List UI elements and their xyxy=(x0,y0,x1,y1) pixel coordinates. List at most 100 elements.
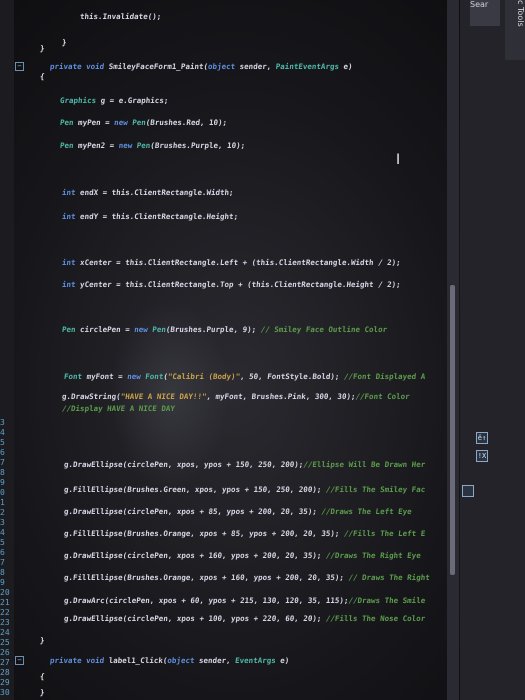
code-token: g = e.Graphics; xyxy=(100,96,169,105)
code-token: int xyxy=(61,188,81,197)
collapse-toggle-icon[interactable]: − xyxy=(15,656,24,665)
code-line: } xyxy=(40,688,45,697)
code-line: Font myFont = new Font("Calibri (Body)",… xyxy=(64,372,426,381)
line-number: 22 xyxy=(0,608,10,617)
code-token: // Smiley Face Outline Color xyxy=(260,325,388,334)
code-token: { xyxy=(39,672,45,681)
line-number: 5 xyxy=(0,438,5,447)
code-token: Pen xyxy=(59,141,79,150)
code-line: { xyxy=(40,72,45,81)
code-line: private void label1_Click(object sender,… xyxy=(50,656,290,665)
code-token: myPen = xyxy=(77,118,115,127)
code-token: g.DrawEllipse(circlePen, xpos + 85, ypos… xyxy=(63,507,322,516)
line-number: 8 xyxy=(0,468,5,477)
line-number: 24 xyxy=(0,628,10,637)
code-token: private void xyxy=(49,62,110,71)
code-token: } xyxy=(39,688,45,697)
line-number: 4 xyxy=(0,528,5,537)
code-line: g.FillEllipse(Brushes.Orange, xpos + 160… xyxy=(64,573,431,582)
code-token: (Brushes.Red, 10); xyxy=(145,118,228,127)
line-number: 1 xyxy=(0,498,5,507)
line-number: 6 xyxy=(0,448,5,457)
code-token: } xyxy=(61,38,67,47)
line-number: 21 xyxy=(0,598,10,607)
code-line: private void SmileyFaceForm1_Paint(objec… xyxy=(50,62,353,71)
code-line: Pen myPen2 = new Pen(Brushes.Purple, 10)… xyxy=(60,141,246,150)
code-token: g.FillEllipse(Brushes.Orange, xpos + 85,… xyxy=(63,529,345,538)
line-number: 9 xyxy=(0,478,5,487)
toolbox-tab[interactable]: c Tools xyxy=(505,0,525,60)
line-number: 3 xyxy=(0,418,5,427)
mini-icon-label-2: !X xyxy=(477,452,487,460)
search-tab[interactable]: Sear xyxy=(470,0,500,26)
code-token: //Draws The Left Eye xyxy=(320,507,413,516)
code-line: g.FillEllipse(Brushes.Green, xpos, ypos … xyxy=(64,485,426,494)
line-number: 6 xyxy=(0,548,5,557)
text-cursor-icon: I xyxy=(396,152,401,168)
line-number-gutter: 3 4 5 6 7 8 9 0 1 2 3 4 5 6 7 8 9 20 21 22 23 24 25 26 27 28 29 30 xyxy=(0,0,14,700)
line-number: 2 xyxy=(0,508,5,517)
scrollbar-thumb[interactable] xyxy=(450,285,455,575)
code-line: Pen circlePen = new Pen(Brushes.Purple, … xyxy=(62,325,388,334)
code-token: label1_Click( xyxy=(108,656,168,665)
code-token: //Draws The Right Eye xyxy=(325,551,422,560)
code-token: //Font Displayed A xyxy=(343,372,426,381)
code-token: yCenter = this.ClientRectangle.Top + (th… xyxy=(79,280,402,289)
line-number: 0 xyxy=(0,488,5,497)
code-line: g.FillEllipse(Brushes.Orange, xpos + 85,… xyxy=(64,529,426,538)
code-token: new xyxy=(133,325,153,334)
code-line: Pen myPen = new Pen(Brushes.Red, 10); xyxy=(60,118,228,127)
toolbar-icon-2[interactable]: !X xyxy=(476,450,488,462)
code-token: myFont = xyxy=(86,372,128,381)
line-number: 8 xyxy=(0,568,5,577)
code-token: { xyxy=(39,72,45,81)
code-token: , 50, FontStyle.Bold); xyxy=(239,372,345,381)
code-token: // Draws The Right xyxy=(348,573,431,582)
code-token: sender, xyxy=(239,62,277,71)
code-token: int xyxy=(61,258,81,267)
line-number: 26 xyxy=(0,648,10,657)
line-number: 20 xyxy=(0,588,10,597)
code-line: g.DrawEllipse(circlePen, xpos + 85, ypos… xyxy=(64,507,413,516)
code-token: //Fills The Nose Color xyxy=(325,614,426,623)
code-token: g.DrawString( xyxy=(61,392,122,401)
code-token: g.FillEllipse(Brushes.Orange, xpos + 160… xyxy=(63,573,349,582)
line-number: 7 xyxy=(0,458,5,467)
line-number: 30 xyxy=(0,688,10,697)
code-line: int endX = this.ClientRectangle.Width; xyxy=(62,188,235,197)
code-token: int xyxy=(61,212,81,221)
code-token: g.FillEllipse(Brushes.Green, xpos, ypos … xyxy=(63,485,327,494)
collapse-toggle-icon[interactable]: − xyxy=(15,62,24,71)
line-number: 29 xyxy=(0,678,10,687)
code-token: e) xyxy=(279,656,290,665)
line-number: 23 xyxy=(0,618,10,627)
code-line: } xyxy=(40,44,45,53)
code-line: g.DrawString("HAVE A NICE DAY!!", myFont… xyxy=(62,392,411,401)
code-token: "Calibri (Body)" xyxy=(167,372,241,381)
code-token: (Brushes.Purple, 9); xyxy=(165,325,262,334)
code-token: this.Invalidate(); xyxy=(79,12,162,21)
side-panel xyxy=(460,0,525,700)
code-token: new xyxy=(126,372,146,381)
code-token: //Font Color xyxy=(355,392,411,401)
code-token: g.DrawArc(circlePen, xpos + 60, ypos + 2… xyxy=(63,596,349,605)
code-line: //Display HAVE A NICE DAY xyxy=(62,404,176,413)
code-line: this.Invalidate(); xyxy=(80,12,162,21)
code-token: g.DrawEllipse(circlePen, xpos + 100, ypo… xyxy=(63,614,327,623)
line-number: 25 xyxy=(0,638,10,647)
code-token: sender, xyxy=(198,656,236,665)
pane-icon[interactable] xyxy=(462,485,474,497)
code-token: //Fills The Smiley Fac xyxy=(325,485,426,494)
mini-icon-label-1: ĕ↑ xyxy=(477,434,487,442)
line-number: 3 xyxy=(0,518,5,527)
code-token: //Ellipse Will Be Drawn Her xyxy=(302,460,426,469)
code-token: SmileyFaceForm1_Paint( xyxy=(108,62,209,71)
code-token: , myFont, Brushes.Pink, 300, 30); xyxy=(206,392,356,401)
code-token: endX = this.ClientRectangle.Width; xyxy=(79,188,235,197)
toolbar-icon-1[interactable]: ĕ↑ xyxy=(476,432,488,444)
code-line: { xyxy=(40,672,45,681)
code-token: (Brushes.Purple, 10); xyxy=(149,141,246,150)
code-token: e) xyxy=(343,62,354,71)
code-token: g.DrawEllipse(circlePen, xpos, ypos + 15… xyxy=(63,460,304,469)
line-number: 5 xyxy=(0,538,5,547)
